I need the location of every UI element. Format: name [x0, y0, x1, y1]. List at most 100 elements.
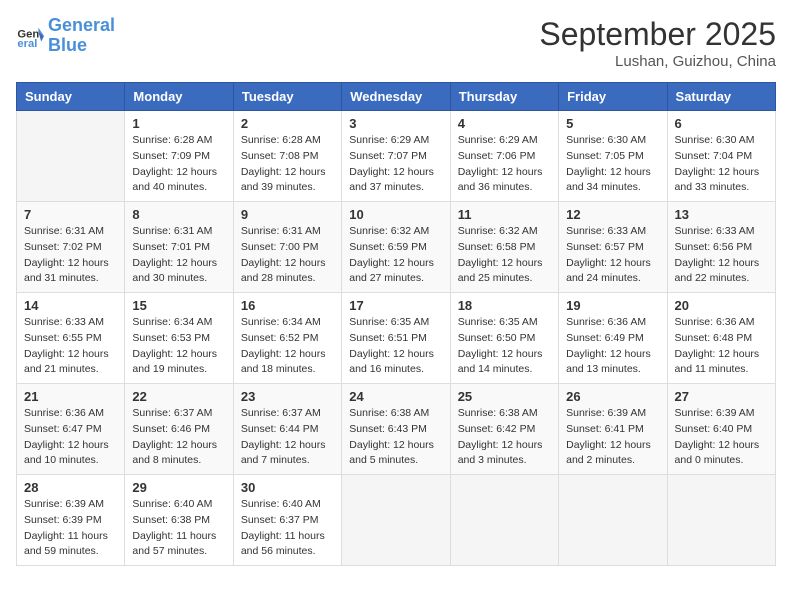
calendar-cell: 30 Sunrise: 6:40 AM Sunset: 6:37 PM Dayli…	[233, 475, 341, 566]
day-header-monday: Monday	[125, 83, 233, 111]
day-info: Sunrise: 6:39 AM Sunset: 6:40 PM Dayligh…	[675, 406, 768, 469]
logo-text: GeneralBlue	[48, 16, 115, 56]
day-number: 21	[24, 389, 117, 404]
day-info: Sunrise: 6:40 AM Sunset: 6:38 PM Dayligh…	[132, 497, 225, 560]
day-info: Sunrise: 6:33 AM Sunset: 6:55 PM Dayligh…	[24, 315, 117, 378]
day-number: 10	[349, 207, 442, 222]
calendar-cell: 9 Sunrise: 6:31 AM Sunset: 7:00 PM Daylig…	[233, 202, 341, 293]
day-number: 12	[566, 207, 659, 222]
calendar-cell: 6 Sunrise: 6:30 AM Sunset: 7:04 PM Daylig…	[667, 111, 775, 202]
calendar-cell	[450, 475, 558, 566]
day-info: Sunrise: 6:31 AM Sunset: 7:02 PM Dayligh…	[24, 224, 117, 287]
day-info: Sunrise: 6:29 AM Sunset: 7:07 PM Dayligh…	[349, 133, 442, 196]
calendar-cell: 23 Sunrise: 6:37 AM Sunset: 6:44 PM Dayli…	[233, 384, 341, 475]
day-info: Sunrise: 6:32 AM Sunset: 6:58 PM Dayligh…	[458, 224, 551, 287]
day-number: 28	[24, 480, 117, 495]
day-info: Sunrise: 6:30 AM Sunset: 7:05 PM Dayligh…	[566, 133, 659, 196]
day-info: Sunrise: 6:36 AM Sunset: 6:49 PM Dayligh…	[566, 315, 659, 378]
day-header-tuesday: Tuesday	[233, 83, 341, 111]
day-number: 5	[566, 116, 659, 131]
day-number: 27	[675, 389, 768, 404]
day-header-sunday: Sunday	[17, 83, 125, 111]
day-number: 29	[132, 480, 225, 495]
calendar-cell: 2 Sunrise: 6:28 AM Sunset: 7:08 PM Daylig…	[233, 111, 341, 202]
day-info: Sunrise: 6:36 AM Sunset: 6:48 PM Dayligh…	[675, 315, 768, 378]
calendar-cell: 14Sunrise: 6:33 AM Sunset: 6:55 PM Dayli…	[17, 293, 125, 384]
calendar-cell: 20 Sunrise: 6:36 AM Sunset: 6:48 PM Dayli…	[667, 293, 775, 384]
calendar-cell: 1 Sunrise: 6:28 AM Sunset: 7:09 PM Daylig…	[125, 111, 233, 202]
day-number: 9	[241, 207, 334, 222]
day-header-saturday: Saturday	[667, 83, 775, 111]
calendar-cell: 27 Sunrise: 6:39 AM Sunset: 6:40 PM Dayli…	[667, 384, 775, 475]
calendar-cell: 19 Sunrise: 6:36 AM Sunset: 6:49 PM Dayli…	[559, 293, 667, 384]
day-info: Sunrise: 6:30 AM Sunset: 7:04 PM Dayligh…	[675, 133, 768, 196]
day-number: 2	[241, 116, 334, 131]
day-number: 4	[458, 116, 551, 131]
logo-icon: Gen eral	[16, 22, 44, 50]
calendar-cell: 16Sunrise: 6:34 AM Sunset: 6:52 PM Dayli…	[233, 293, 341, 384]
day-number: 23	[241, 389, 334, 404]
day-number: 13	[675, 207, 768, 222]
day-number: 7	[24, 207, 117, 222]
calendar-cell: 22Sunrise: 6:37 AM Sunset: 6:46 PM Dayli…	[125, 384, 233, 475]
calendar-cell: 11Sunrise: 6:32 AM Sunset: 6:58 PM Dayli…	[450, 202, 558, 293]
title-block: September 2025 Lushan, Guizhou, China	[539, 16, 776, 70]
calendar-week-2: 7 Sunrise: 6:31 AM Sunset: 7:02 PM Daylig…	[17, 202, 776, 293]
month-title: September 2025	[539, 16, 776, 53]
day-info: Sunrise: 6:38 AM Sunset: 6:43 PM Dayligh…	[349, 406, 442, 469]
day-number: 24	[349, 389, 442, 404]
day-info: Sunrise: 6:33 AM Sunset: 6:57 PM Dayligh…	[566, 224, 659, 287]
calendar-table: SundayMondayTuesdayWednesdayThursdayFrid…	[16, 82, 776, 566]
day-info: Sunrise: 6:35 AM Sunset: 6:51 PM Dayligh…	[349, 315, 442, 378]
day-info: Sunrise: 6:37 AM Sunset: 6:46 PM Dayligh…	[132, 406, 225, 469]
day-info: Sunrise: 6:28 AM Sunset: 7:09 PM Dayligh…	[132, 133, 225, 196]
logo: Gen eral GeneralBlue	[16, 16, 115, 56]
day-number: 20	[675, 298, 768, 313]
day-number: 3	[349, 116, 442, 131]
calendar-cell: 21 Sunrise: 6:36 AM Sunset: 6:47 PM Dayli…	[17, 384, 125, 475]
calendar-cell: 5 Sunrise: 6:30 AM Sunset: 7:05 PM Daylig…	[559, 111, 667, 202]
day-info: Sunrise: 6:28 AM Sunset: 7:08 PM Dayligh…	[241, 133, 334, 196]
day-info: Sunrise: 6:38 AM Sunset: 6:42 PM Dayligh…	[458, 406, 551, 469]
day-info: Sunrise: 6:29 AM Sunset: 7:06 PM Dayligh…	[458, 133, 551, 196]
calendar-cell: 3 Sunrise: 6:29 AM Sunset: 7:07 PM Daylig…	[342, 111, 450, 202]
calendar-cell: 10Sunrise: 6:32 AM Sunset: 6:59 PM Dayli…	[342, 202, 450, 293]
day-number: 18	[458, 298, 551, 313]
calendar-cell: 12 Sunrise: 6:33 AM Sunset: 6:57 PM Dayli…	[559, 202, 667, 293]
day-number: 25	[458, 389, 551, 404]
calendar-header-row: SundayMondayTuesdayWednesdayThursdayFrid…	[17, 83, 776, 111]
day-number: 30	[241, 480, 334, 495]
day-info: Sunrise: 6:36 AM Sunset: 6:47 PM Dayligh…	[24, 406, 117, 469]
day-number: 19	[566, 298, 659, 313]
day-info: Sunrise: 6:37 AM Sunset: 6:44 PM Dayligh…	[241, 406, 334, 469]
day-info: Sunrise: 6:31 AM Sunset: 7:00 PM Dayligh…	[241, 224, 334, 287]
day-number: 1	[132, 116, 225, 131]
day-info: Sunrise: 6:33 AM Sunset: 6:56 PM Dayligh…	[675, 224, 768, 287]
day-header-thursday: Thursday	[450, 83, 558, 111]
calendar-cell	[342, 475, 450, 566]
calendar-cell: 28Sunrise: 6:39 AM Sunset: 6:39 PM Dayli…	[17, 475, 125, 566]
day-info: Sunrise: 6:35 AM Sunset: 6:50 PM Dayligh…	[458, 315, 551, 378]
calendar-cell	[559, 475, 667, 566]
day-info: Sunrise: 6:40 AM Sunset: 6:37 PM Dayligh…	[241, 497, 334, 560]
day-header-friday: Friday	[559, 83, 667, 111]
calendar-week-5: 28Sunrise: 6:39 AM Sunset: 6:39 PM Dayli…	[17, 475, 776, 566]
calendar-week-1: 1 Sunrise: 6:28 AM Sunset: 7:09 PM Daylig…	[17, 111, 776, 202]
calendar-cell: 29 Sunrise: 6:40 AM Sunset: 6:38 PM Dayli…	[125, 475, 233, 566]
day-number: 26	[566, 389, 659, 404]
calendar-cell: 8 Sunrise: 6:31 AM Sunset: 7:01 PM Daylig…	[125, 202, 233, 293]
day-number: 8	[132, 207, 225, 222]
calendar-cell: 24 Sunrise: 6:38 AM Sunset: 6:43 PM Dayli…	[342, 384, 450, 475]
svg-text:eral: eral	[17, 38, 37, 50]
day-info: Sunrise: 6:31 AM Sunset: 7:01 PM Dayligh…	[132, 224, 225, 287]
day-number: 6	[675, 116, 768, 131]
calendar-cell	[667, 475, 775, 566]
calendar-cell: 15Sunrise: 6:34 AM Sunset: 6:53 PM Dayli…	[125, 293, 233, 384]
calendar-cell: 4 Sunrise: 6:29 AM Sunset: 7:06 PM Daylig…	[450, 111, 558, 202]
calendar-cell: 18 Sunrise: 6:35 AM Sunset: 6:50 PM Dayli…	[450, 293, 558, 384]
day-header-wednesday: Wednesday	[342, 83, 450, 111]
calendar-cell	[17, 111, 125, 202]
day-info: Sunrise: 6:39 AM Sunset: 6:41 PM Dayligh…	[566, 406, 659, 469]
calendar-cell: 17Sunrise: 6:35 AM Sunset: 6:51 PM Dayli…	[342, 293, 450, 384]
calendar-cell: 26 Sunrise: 6:39 AM Sunset: 6:41 PM Dayli…	[559, 384, 667, 475]
